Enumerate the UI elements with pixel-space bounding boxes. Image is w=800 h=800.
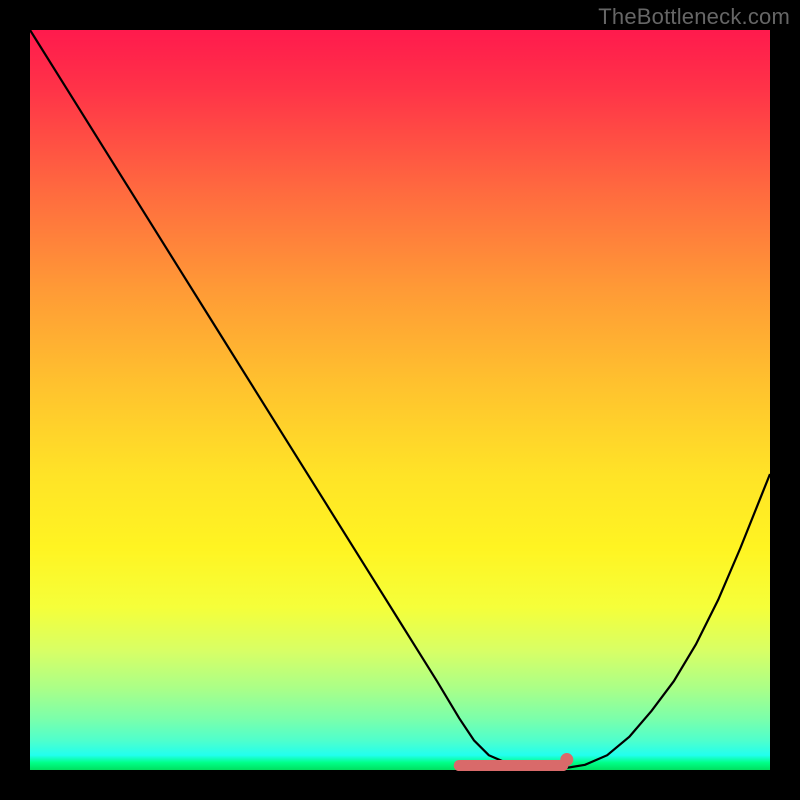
bottleneck-curve-path <box>30 30 770 769</box>
highlight-band <box>459 753 573 766</box>
attribution-text: TheBottleneck.com <box>598 4 790 30</box>
chart-container: TheBottleneck.com <box>0 0 800 800</box>
highlight-end-dot <box>560 753 573 766</box>
plot-area <box>30 30 770 770</box>
curve-svg <box>30 30 770 770</box>
